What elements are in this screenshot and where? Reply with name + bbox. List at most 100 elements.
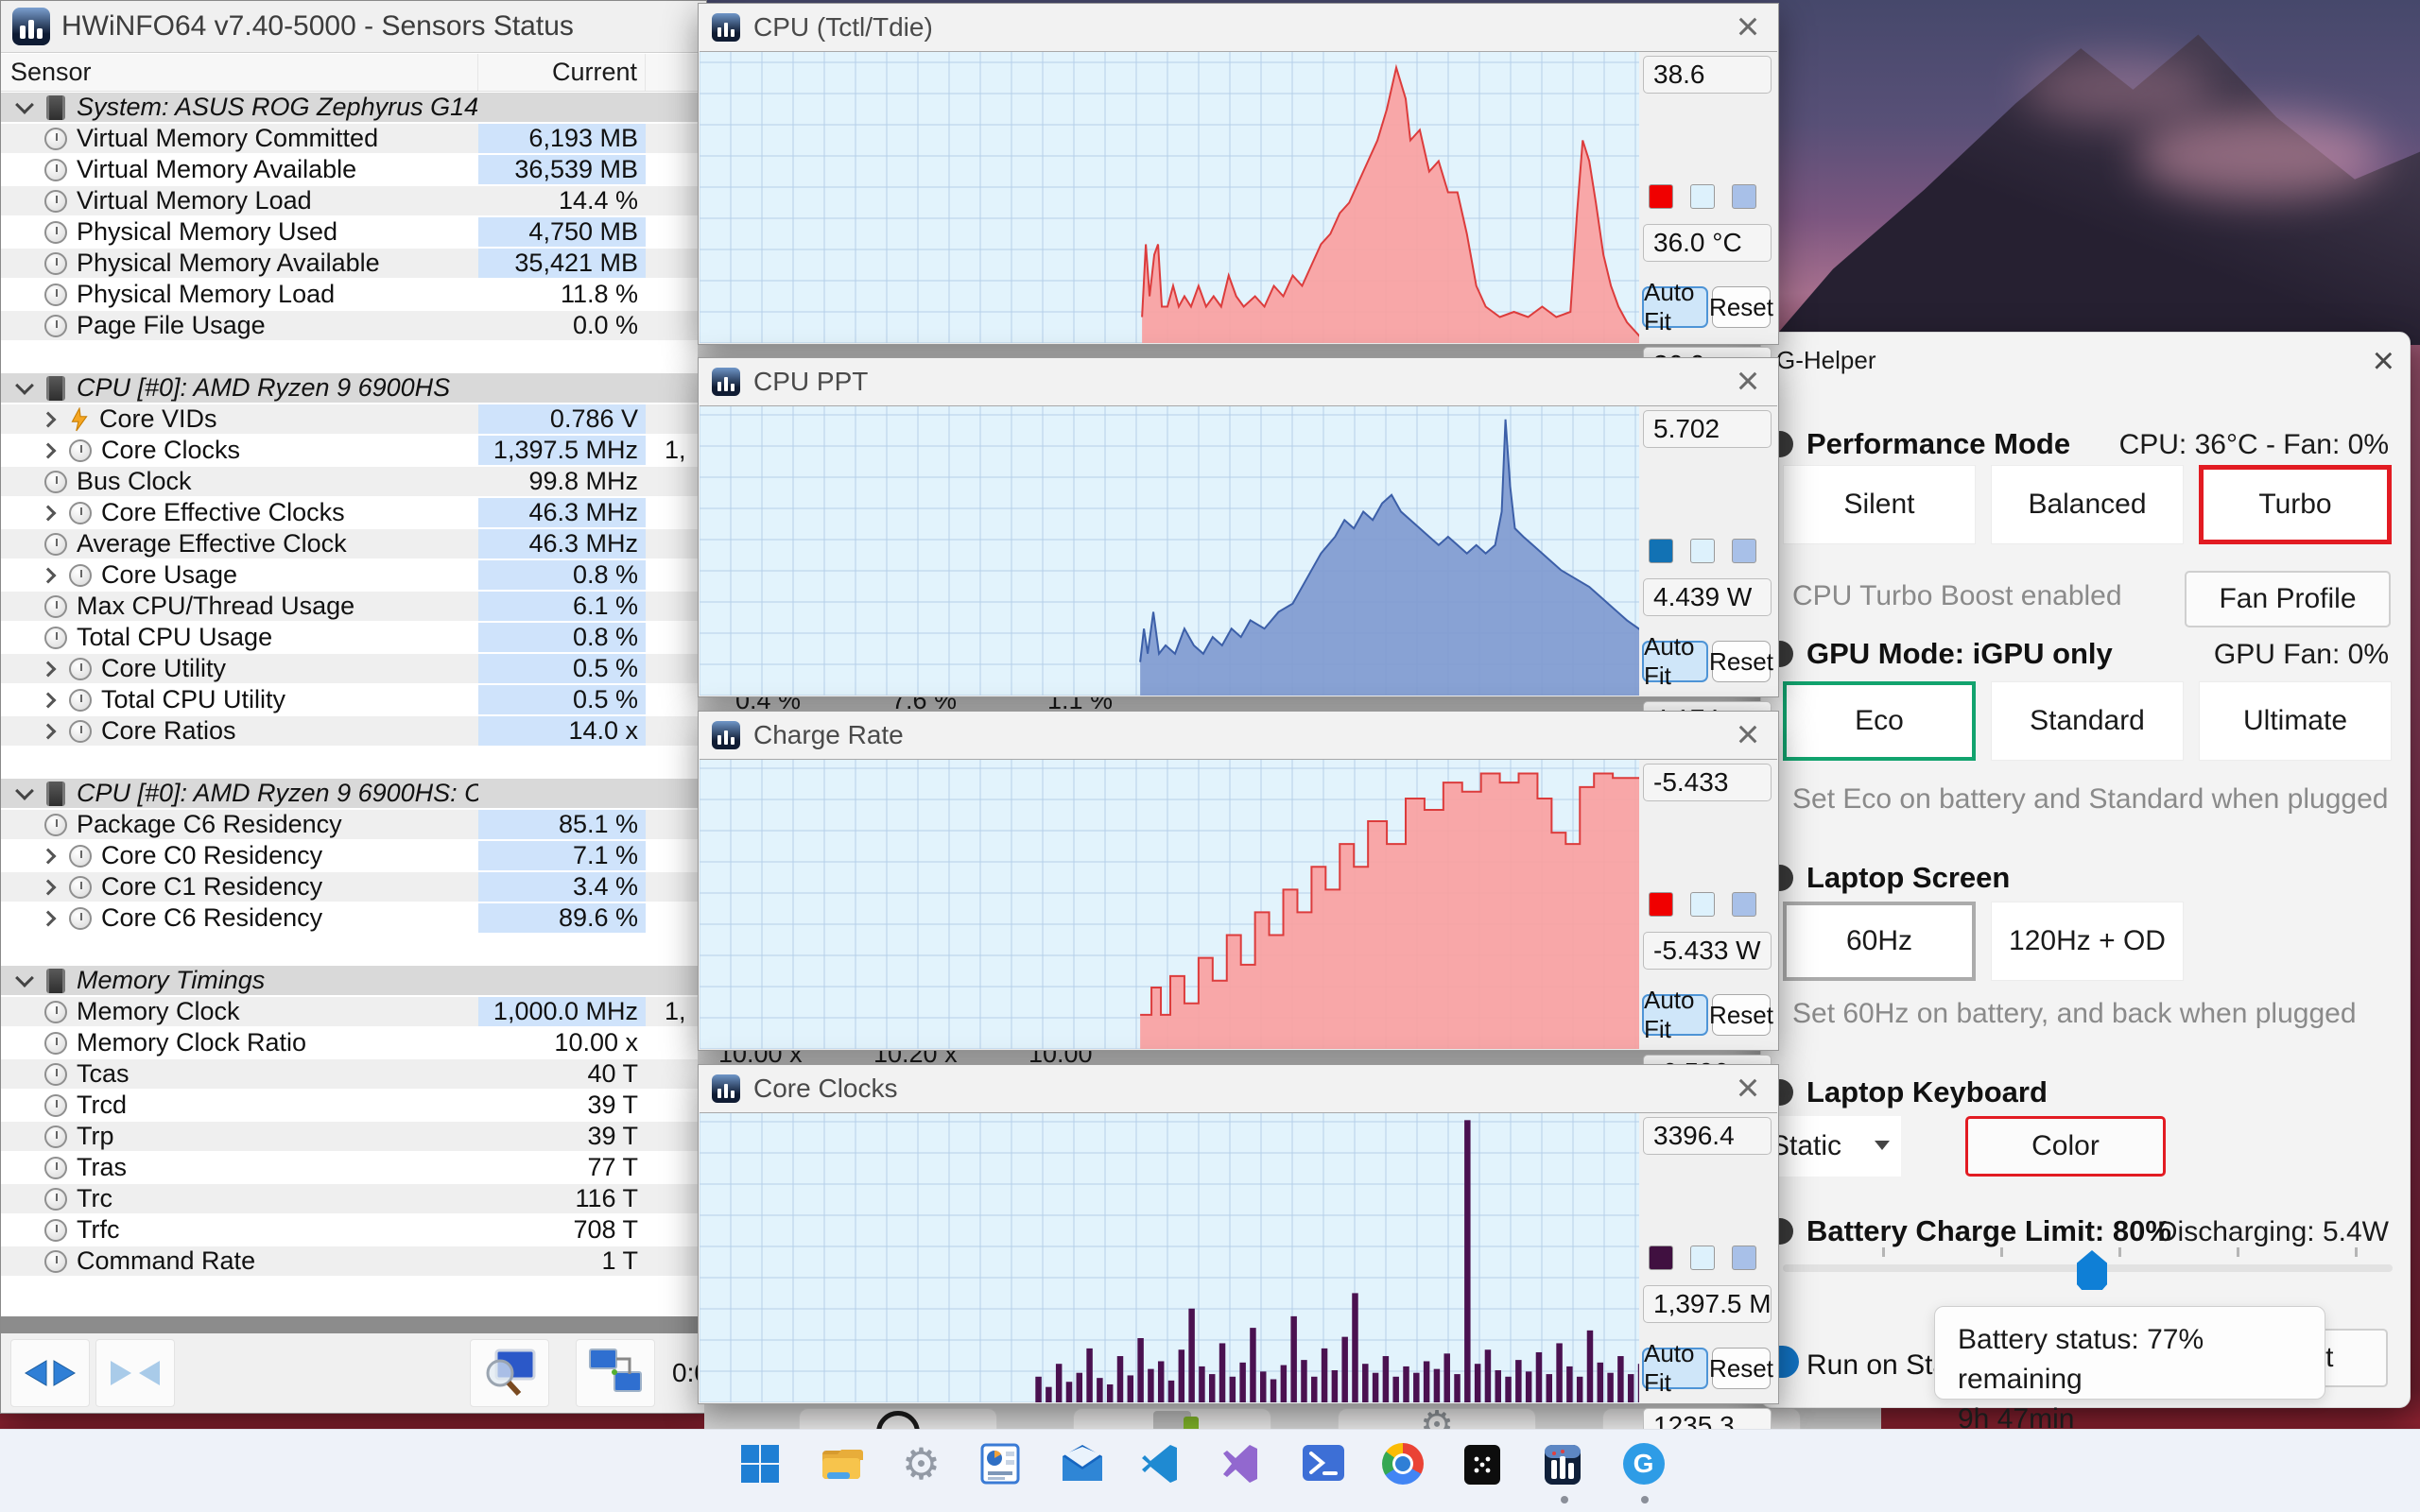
graph-titlebar[interactable]: Core Clocks × — [699, 1065, 1778, 1112]
taskbar-icon-powershell[interactable] — [1283, 1437, 1363, 1505]
reset-button[interactable]: Reset — [1709, 994, 1773, 1036]
remote-monitors-button[interactable] — [576, 1339, 655, 1407]
taskbar-icon-visual-studio[interactable] — [1202, 1437, 1283, 1505]
sensor-row[interactable]: Core Utility 0.5 % — [1, 653, 706, 684]
graph-titlebar[interactable]: CPU PPT × — [699, 358, 1778, 405]
expand-chevron-icon[interactable] — [40, 848, 57, 864]
hwinfo-horizontal-scrollbar[interactable] — [1, 1316, 706, 1333]
grid-color-swatch[interactable] — [1732, 539, 1756, 563]
taskbar-icon-settings[interactable]: ⚙ — [881, 1437, 961, 1505]
taskbar-icon-hwinfo[interactable] — [1524, 1437, 1604, 1505]
sensor-row[interactable]: Core Ratios 14.0 x — [1, 715, 706, 747]
close-icon[interactable]: × — [1727, 4, 1769, 48]
expand-chevron-icon[interactable] — [40, 567, 57, 583]
column-header-current[interactable]: Current — [478, 54, 646, 91]
sensor-row[interactable]: Average Effective Clock 46.3 MHz — [1, 528, 706, 559]
perf-turbo-button[interactable]: Turbo — [2199, 465, 2392, 544]
taskbar-icon-ghelper[interactable]: G — [1604, 1437, 1685, 1505]
sensor-row[interactable]: Memory Clock 1,000.0 MHz 1, — [1, 996, 706, 1027]
reset-button[interactable]: Reset — [1709, 286, 1773, 328]
sensor-row[interactable]: Core Effective Clocks 46.3 MHz — [1, 497, 706, 528]
sensor-row[interactable]: Core Clocks 1,397.5 MHz 1, — [1, 435, 706, 466]
close-icon[interactable]: × — [1727, 1065, 1769, 1109]
series-color-swatch[interactable] — [1649, 892, 1673, 917]
expand-chevron-icon[interactable] — [40, 910, 57, 926]
ghelper-close-button[interactable]: × — [2373, 340, 2394, 383]
perf-silent-button[interactable]: Silent — [1783, 465, 1976, 544]
sensor-row[interactable]: Page File Usage 0.0 % — [1, 310, 706, 341]
sensor-row[interactable]: Bus Clock 99.8 MHz — [1, 466, 706, 497]
sensor-row[interactable]: Core C6 Residency 89.6 % — [1, 902, 706, 934]
background-color-swatch[interactable] — [1690, 1246, 1715, 1270]
fan-profile-button[interactable]: Fan Profile — [2185, 571, 2391, 627]
sensor-row[interactable]: Core C0 Residency 7.1 % — [1, 840, 706, 871]
auto-fit-button[interactable]: Auto Fit — [1642, 278, 1708, 335]
hwinfo-titlebar[interactable]: HWiNFO64 v7.40-5000 - Sensors Status — [1, 1, 706, 53]
taskbar-icon-monitor-tool[interactable] — [961, 1437, 1042, 1505]
grid-color-swatch[interactable] — [1732, 1246, 1756, 1270]
expand-chevron-icon[interactable] — [40, 879, 57, 895]
sensor-row[interactable]: Memory Clock Ratio 10.00 x — [1, 1027, 706, 1058]
background-color-swatch[interactable] — [1690, 184, 1715, 209]
sensor-row[interactable]: Max CPU/Thread Usage 6.1 % — [1, 591, 706, 622]
sensor-group-row[interactable]: System: ASUS ROG Zephyrus G14 GA402RK_..… — [1, 92, 706, 123]
grid-color-swatch[interactable] — [1732, 892, 1756, 917]
sensor-group-row[interactable]: CPU [#0]: AMD Ryzen 9 6900HS — [1, 372, 706, 404]
gpu-ultimate-button[interactable]: Ultimate — [2199, 681, 2392, 761]
series-color-swatch[interactable] — [1649, 184, 1673, 209]
sensor-group-row[interactable]: CPU [#0]: AMD Ryzen 9 6900HS: C-State Re… — [1, 778, 706, 809]
screen-60hz-button[interactable]: 60Hz — [1783, 902, 1976, 981]
reset-button[interactable]: Reset — [1709, 641, 1773, 682]
sensor-row[interactable]: Trfc 708 T — [1, 1214, 706, 1246]
caret-down-icon[interactable] — [15, 375, 34, 395]
taskbar-icon-mail[interactable] — [1042, 1437, 1122, 1505]
collapse-columns-button[interactable] — [95, 1339, 175, 1407]
series-color-swatch[interactable] — [1649, 539, 1673, 563]
caret-down-icon[interactable] — [15, 968, 34, 988]
taskbar-icon-terminal-black[interactable] — [1443, 1437, 1524, 1505]
sensor-row[interactable]: Core Usage 0.8 % — [1, 559, 706, 591]
expand-chevron-icon[interactable] — [40, 692, 57, 708]
grid-color-swatch[interactable] — [1732, 184, 1756, 209]
expand-columns-button[interactable] — [10, 1339, 90, 1407]
close-icon[interactable]: × — [1727, 358, 1769, 403]
perf-balanced-button[interactable]: Balanced — [1991, 465, 2184, 544]
expand-chevron-icon[interactable] — [40, 723, 57, 739]
sensor-row[interactable]: Command Rate 1 T — [1, 1246, 706, 1277]
sensor-row[interactable]: Physical Memory Used 4,750 MB — [1, 216, 706, 248]
taskbar-icon-vscode[interactable] — [1122, 1437, 1202, 1505]
sensor-row[interactable]: Tcas 40 T — [1, 1058, 706, 1090]
expand-chevron-icon[interactable] — [40, 505, 57, 521]
sensor-row[interactable]: Physical Memory Load 11.8 % — [1, 279, 706, 310]
sensor-row[interactable]: Core VIDs 0.786 V — [1, 404, 706, 435]
graph-titlebar[interactable]: Charge Rate × — [699, 712, 1778, 759]
reset-button[interactable]: Reset — [1709, 1348, 1773, 1389]
taskbar-icon-explorer[interactable] — [801, 1437, 881, 1505]
sensor-row[interactable]: Physical Memory Available 35,421 MB — [1, 248, 706, 279]
keyboard-color-button[interactable]: Color — [1965, 1116, 2166, 1177]
auto-fit-button[interactable]: Auto Fit — [1642, 1339, 1708, 1397]
sensor-row[interactable]: Tras 77 T — [1, 1152, 706, 1183]
gpu-eco-button[interactable]: Eco — [1783, 681, 1976, 761]
background-color-swatch[interactable] — [1690, 892, 1715, 917]
gpu-standard-button[interactable]: Standard — [1991, 681, 2184, 761]
sensor-row[interactable]: Trc 116 T — [1, 1183, 706, 1214]
screen-120hz-button[interactable]: 120Hz + OD — [1991, 902, 2184, 981]
sensor-row[interactable]: Trp 39 T — [1, 1121, 706, 1152]
series-color-swatch[interactable] — [1649, 1246, 1673, 1270]
sensor-row[interactable]: Total CPU Usage 0.8 % — [1, 622, 706, 653]
sensor-row[interactable]: Package C6 Residency 85.1 % — [1, 809, 706, 840]
taskbar-icon-start[interactable] — [720, 1437, 801, 1505]
graph-titlebar[interactable]: CPU (Tctl/Tdie) × — [699, 4, 1778, 51]
screen-magnifier-button[interactable] — [470, 1339, 549, 1407]
sensor-row[interactable]: Core C1 Residency 3.4 % — [1, 871, 706, 902]
caret-down-icon[interactable] — [15, 781, 34, 800]
taskbar-icon-chrome[interactable] — [1363, 1437, 1443, 1505]
sensor-row[interactable]: Virtual Memory Available 36,539 MB — [1, 154, 706, 185]
caret-down-icon[interactable] — [15, 94, 34, 114]
sensor-group-row[interactable]: Memory Timings — [1, 965, 706, 996]
battery-limit-slider-thumb[interactable] — [2077, 1250, 2107, 1290]
column-header-sensor[interactable]: Sensor — [1, 54, 478, 91]
sensor-row[interactable]: Virtual Memory Committed 6,193 MB — [1, 123, 706, 154]
sensor-row[interactable]: Total CPU Utility 0.5 % — [1, 684, 706, 715]
